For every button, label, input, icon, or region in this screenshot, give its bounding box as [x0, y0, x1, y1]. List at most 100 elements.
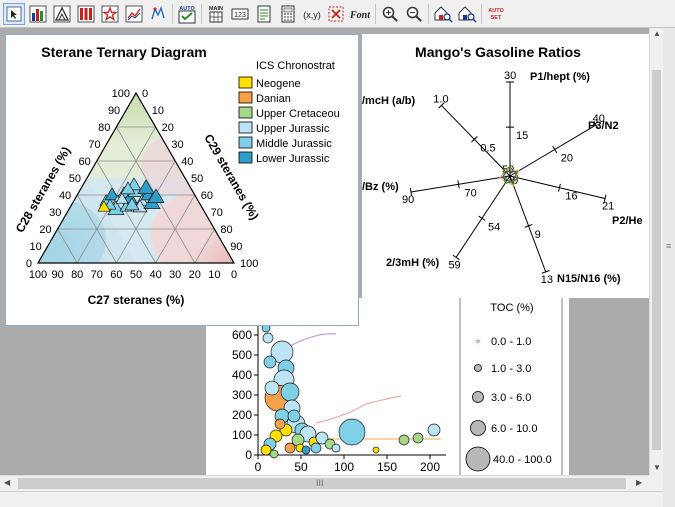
left-tick-label: 70: [88, 139, 100, 151]
star-axis-label: P2/He: [612, 215, 643, 227]
ternary-icon: [53, 5, 71, 23]
right-tick-label: 40: [181, 156, 193, 168]
star-axis-tick: [478, 215, 486, 221]
line-chart-icon: [125, 5, 143, 23]
bottom-tick-label: 100: [29, 269, 47, 281]
gasoline-ratios-panel[interactable]: Mango's Gasoline Ratios 30 15 P1/hept (%) 4…: [362, 34, 649, 298]
bubble-legend-title: TOC (%): [490, 302, 533, 314]
bubble-x-tick-label: 0: [255, 460, 262, 474]
bubble-point: [284, 442, 296, 454]
scroll-up-arrow-icon[interactable]: ▲: [653, 30, 661, 38]
legend-item-label: Middle Jurassic: [256, 138, 332, 150]
left-tick-label: 80: [98, 122, 110, 134]
bubble-y-tick-label: 0: [245, 448, 252, 462]
ternary-button[interactable]: [51, 3, 73, 25]
star-axis-label: /Bz (%): [362, 181, 399, 193]
left-tick-label: 50: [69, 173, 81, 185]
legend-swatch: [238, 151, 253, 164]
home-fit-button[interactable]: [456, 3, 478, 25]
home-fit-icon: [458, 6, 477, 23]
left-tick-label: 40: [59, 190, 71, 202]
bubble-x-tick-label: 100: [334, 460, 354, 474]
workspace-canvas: Mango's Gasoline Ratios 30 15 P1/hept (%) 4…: [0, 28, 649, 475]
splitter-grip[interactable]: ≡: [666, 241, 671, 251]
delete-selection-icon: [328, 6, 344, 22]
vertical-scroll-thumb[interactable]: [652, 70, 661, 450]
right-tick-label: 10: [152, 105, 164, 117]
legend-item-label: Neogene: [256, 78, 301, 90]
bubble-x-tick-label: 150: [377, 460, 397, 474]
status-bar: [0, 491, 663, 507]
star-axis-max: 21: [602, 201, 614, 213]
document-button[interactable]: [253, 3, 275, 25]
bubble-point: [280, 382, 300, 402]
right-tick-label: 0: [142, 88, 148, 100]
scroll-left-arrow-icon[interactable]: ◀: [4, 479, 10, 487]
auto-layout-icon: AUTO: [178, 6, 196, 24]
bottom-tick-label: 90: [51, 269, 63, 281]
svg-text:(x,y): (x,y): [303, 10, 321, 20]
calculator-button[interactable]: [277, 3, 299, 25]
bubble-point: [398, 434, 410, 446]
left-tick-label: 30: [49, 207, 61, 219]
bubble-point: [260, 444, 272, 456]
document-icon: [257, 5, 271, 23]
column-chart-button[interactable]: [75, 3, 97, 25]
map-button[interactable]: [147, 3, 169, 25]
left-tick-label: 100: [112, 88, 130, 100]
star-axis-label: 2/3mH (%): [386, 257, 440, 269]
star-axis-label: N15/N16 (%): [557, 273, 621, 285]
star-axis-mid: 16: [565, 191, 577, 203]
legend-swatch: [238, 136, 253, 149]
sterane-ternary-chart: Sterane Ternary Diagram 1009080706050403…: [13, 44, 340, 307]
legend-swatch: [238, 106, 253, 119]
home-zoom-button[interactable]: [432, 3, 454, 25]
bubble-x-tick-label: 50: [294, 460, 308, 474]
xy-coordinate-icon: (x,y): [303, 10, 321, 20]
bubble-point: [301, 445, 311, 455]
right-tick-label: 90: [230, 241, 242, 253]
delete-selection-button[interactable]: [325, 3, 347, 25]
star-diagram-button[interactable]: [99, 3, 121, 25]
numbering-button[interactable]: 123: [229, 3, 251, 25]
ternary-legend: ICS Chronostrat Neogene Danian Upper Creta…: [238, 60, 340, 165]
line-chart-button[interactable]: [123, 3, 145, 25]
svg-text:AUTO: AUTO: [488, 8, 504, 14]
font-button[interactable]: Font: [349, 3, 371, 25]
svg-text:AUTO: AUTO: [179, 6, 195, 12]
toolbar-separator: [375, 4, 376, 24]
select-tool-button[interactable]: [3, 3, 25, 25]
svg-text:Font: Font: [349, 10, 371, 21]
bubble-y-tick-label: 300: [232, 388, 252, 402]
scroll-right-arrow-icon[interactable]: ▶: [636, 479, 642, 487]
zoom-out-button[interactable]: [403, 3, 425, 25]
sterane-ternary-panel[interactable]: Sterane Ternary Diagram 100 90 80 70 60 50 40 3…: [5, 34, 359, 326]
xy-coordinate-button[interactable]: (x,y): [301, 3, 323, 25]
legend-size-marker: [465, 446, 491, 472]
horizontal-scrollbar[interactable]: ◀ III ▶: [0, 475, 649, 491]
scroll-grip: III: [316, 478, 324, 488]
bubble-y-tick-label: 100: [232, 428, 252, 442]
bubble-point: [412, 432, 424, 444]
side-panel-edge: ≡: [663, 28, 675, 507]
zoom-in-button[interactable]: [379, 3, 401, 25]
bottom-tick-label: 10: [208, 269, 220, 281]
scrollbar-corner: [649, 475, 663, 491]
numbering-icon: 123: [231, 8, 249, 20]
scroll-down-arrow-icon[interactable]: ▼: [653, 464, 661, 472]
bottom-tick-label: 70: [91, 269, 103, 281]
main-toolbar: AUTO MAIN 123 (x,y) Font AUTO SET: [0, 0, 675, 28]
left-tick-label: 10: [30, 241, 42, 253]
column-chart-icon: [77, 5, 95, 23]
star-axis-tick: [552, 145, 558, 154]
main-grid-button[interactable]: MAIN: [205, 3, 227, 25]
star-axis-tick: [457, 180, 460, 189]
star-axis-max: 59: [448, 259, 460, 271]
auto-layout-button[interactable]: AUTO: [176, 3, 198, 25]
vertical-scrollbar[interactable]: ▲ ▼: [649, 28, 663, 475]
toolbar-separator: [481, 4, 482, 24]
auto-set-button[interactable]: AUTO SET: [485, 3, 507, 25]
toolbar-separator: [428, 4, 429, 24]
horizontal-scroll-thumb[interactable]: III: [18, 478, 626, 489]
bar-chart-button[interactable]: [27, 3, 49, 25]
